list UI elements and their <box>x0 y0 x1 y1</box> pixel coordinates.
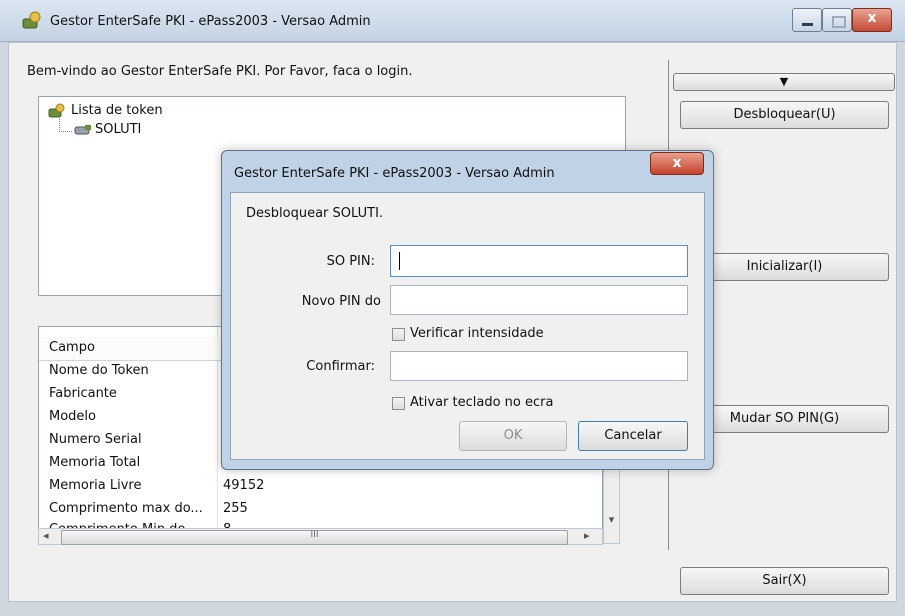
app-icon <box>22 11 41 29</box>
welcome-message: Bem-vindo ao Gestor EnterSafe PKI. Por F… <box>27 64 413 79</box>
unlock-button[interactable]: Desbloquear(U) <box>680 101 889 129</box>
token-list-icon <box>48 103 65 118</box>
tree-connector <box>59 119 72 132</box>
tree-item-soluti[interactable]: SOLUTI <box>95 122 141 137</box>
new-pin-label: Novo PIN do <box>301 294 381 309</box>
dialog-title: Gestor EnterSafe PKI - ePass2003 - Versa… <box>234 166 555 181</box>
text-caret <box>399 252 400 270</box>
scroll-right-icon[interactable]: ▸ <box>584 529 590 542</box>
panel-collapse-button[interactable]: ▼ <box>673 73 895 91</box>
row-field: Nome do Token <box>49 363 149 378</box>
row-field: Memoria Livre <box>49 478 142 493</box>
maximize-button[interactable] <box>822 8 852 32</box>
window-title: Gestor EnterSafe PKI - ePass2003 - Versa… <box>50 14 371 29</box>
scroll-down-icon[interactable]: ▾ <box>604 513 619 526</box>
exit-button[interactable]: Sair(X) <box>680 567 889 595</box>
confirm-pin-input[interactable] <box>390 351 688 381</box>
close-icon: x <box>672 155 682 171</box>
column-header-campo[interactable]: Campo <box>49 340 95 355</box>
close-button[interactable]: x <box>852 8 892 32</box>
arrow-down-icon: ▼ <box>779 75 789 88</box>
scroll-thumb[interactable]: III <box>61 530 568 545</box>
table-row[interactable]: Comprimento max do... 255 <box>39 498 602 521</box>
row-field: Numero Serial <box>49 432 142 447</box>
table-row[interactable]: Memoria Livre 49152 <box>39 475 602 498</box>
dialog-close-button[interactable]: x <box>650 152 704 175</box>
so-pin-label: SO PIN: <box>326 254 375 269</box>
row-field: Comprimento max do... <box>49 501 203 516</box>
row-value: 49152 <box>223 478 265 493</box>
minimize-icon <box>802 23 813 26</box>
virtual-keyboard-checkbox[interactable] <box>392 397 405 410</box>
close-icon: x <box>867 10 877 26</box>
horizontal-scrollbar[interactable]: ◂ III ▸ <box>38 528 603 545</box>
row-field: Memoria Total <box>49 455 141 470</box>
cancel-button[interactable]: Cancelar <box>578 421 688 451</box>
scroll-left-icon[interactable]: ◂ <box>43 529 49 542</box>
new-pin-input[interactable] <box>390 285 688 315</box>
row-field: Modelo <box>49 409 96 424</box>
verify-strength-label[interactable]: Verificar intensidade <box>410 326 544 341</box>
row-field: Fabricante <box>49 386 117 401</box>
so-pin-input[interactable] <box>390 245 688 277</box>
row-value: 255 <box>223 501 248 516</box>
scroll-thumb-grip: III <box>310 530 319 540</box>
ok-button[interactable]: OK <box>459 421 567 451</box>
maximize-icon <box>832 16 846 28</box>
virtual-keyboard-label[interactable]: Ativar teclado no ecra <box>410 395 553 410</box>
token-icon <box>74 125 91 135</box>
verify-strength-checkbox[interactable] <box>392 328 405 341</box>
minimize-button[interactable] <box>792 8 822 32</box>
confirm-label: Confirmar: <box>306 359 375 374</box>
dialog-message: Desbloquear SOLUTI. <box>246 206 384 221</box>
tree-root-label[interactable]: Lista de token <box>71 103 163 118</box>
